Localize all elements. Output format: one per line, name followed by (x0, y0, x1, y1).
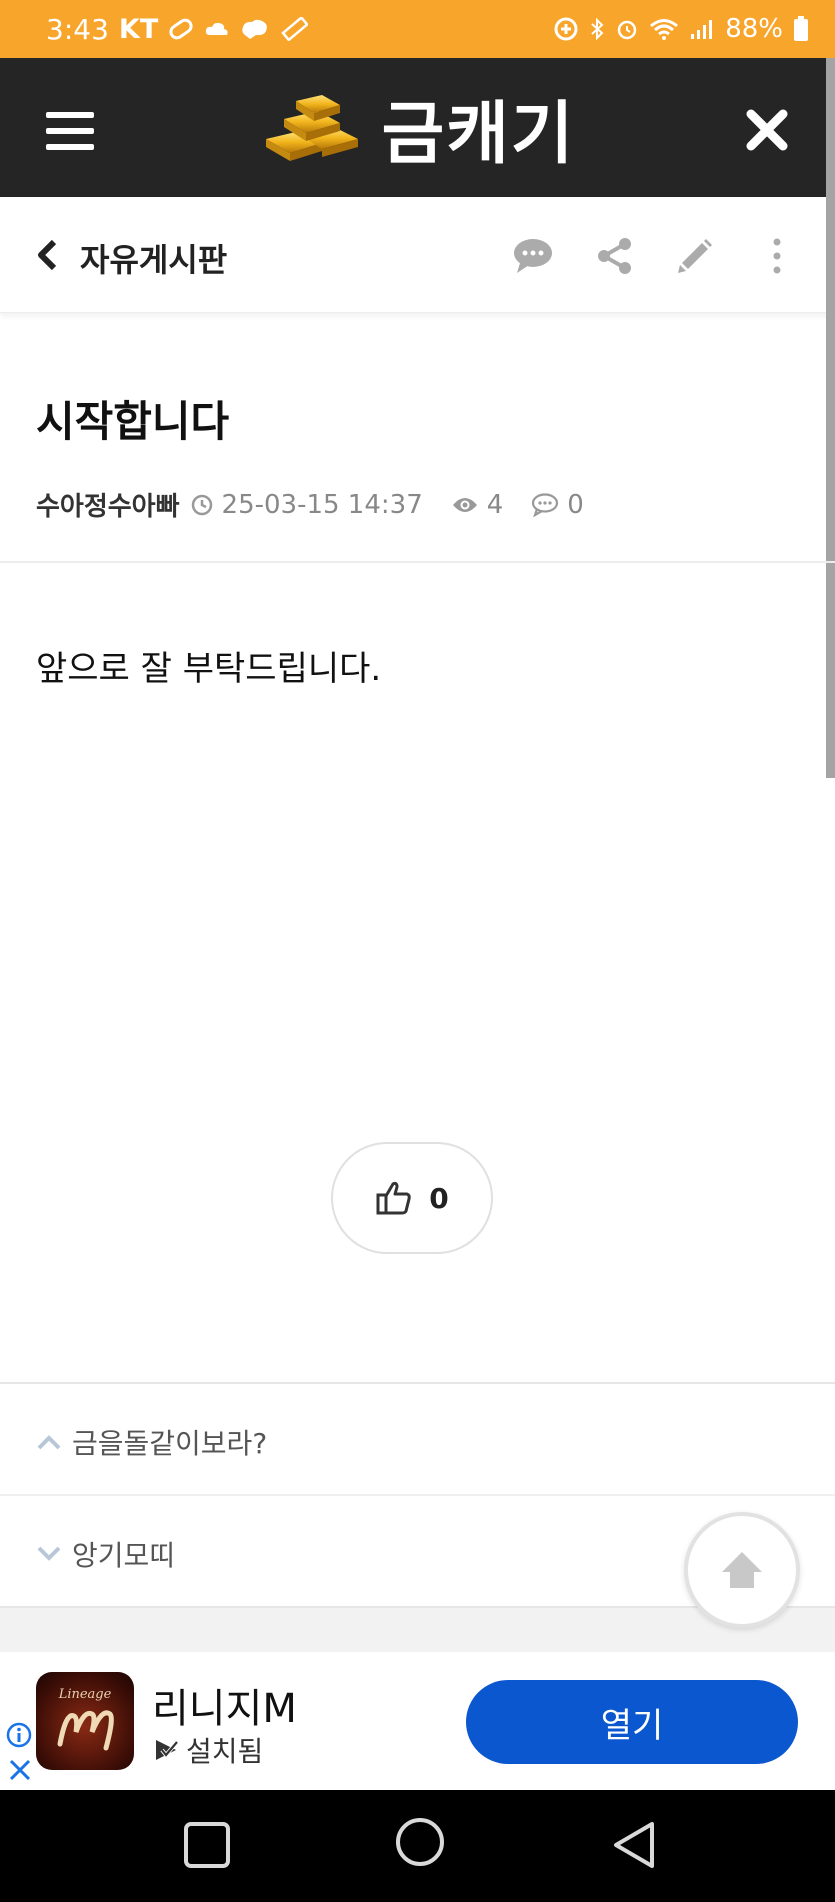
installed-check-icon (156, 1740, 179, 1760)
battery-percent: 88% (725, 14, 783, 44)
post-views: 4 (451, 489, 504, 520)
wifi-icon (649, 17, 679, 41)
close-icon[interactable] (745, 108, 789, 152)
ad-status-text: 설치됨 (186, 1735, 264, 1768)
post-date: 25-03-15 14:37 (190, 490, 423, 520)
comment-icon[interactable] (512, 235, 554, 277)
post-body: 앞으로 잘 부탁드립니다. (36, 649, 382, 689)
prev-post-title: 금을돌같이보라? (72, 1427, 268, 1460)
like-button[interactable]: 0 (331, 1142, 493, 1254)
ad-open-button[interactable]: 열기 (466, 1680, 798, 1764)
recents-icon[interactable] (182, 1820, 232, 1870)
post-meta: 수아정수아빠 25-03-15 14:37 4 0 (36, 486, 612, 523)
info-icon[interactable] (6, 1722, 32, 1748)
ad-install-status: 설치됨 (152, 1730, 263, 1770)
chevron-up-icon (37, 1435, 61, 1450)
status-right: 88% (553, 14, 809, 44)
clock-icon (191, 494, 212, 515)
chevron-down-icon (37, 1546, 61, 1561)
ad-close-icon[interactable] (8, 1758, 32, 1782)
pill-icon (168, 18, 194, 40)
status-left: 3:43 KT (46, 12, 309, 46)
post-title: 시작합니다 (36, 397, 230, 446)
divider (0, 1382, 835, 1384)
signal-icon (689, 17, 715, 41)
status-bar: 3:43 KT 88% (0, 0, 835, 58)
chat-cloud-icon (240, 17, 270, 41)
site-title: 금캐기 (381, 95, 576, 174)
scroll-to-top-button[interactable] (684, 1512, 800, 1628)
gold-bars-icon (265, 94, 358, 161)
status-carrier: KT (118, 13, 159, 45)
lineage-logo-text: Lineage (58, 1687, 112, 1702)
post-comments: 0 (531, 490, 584, 520)
like-count: 0 (429, 1181, 449, 1215)
data-saver-icon (553, 16, 579, 42)
post-comment-count: 0 (567, 489, 584, 520)
bluetooth-icon (589, 17, 605, 41)
cloud-icon (204, 19, 230, 39)
comment-count-icon (532, 492, 559, 517)
ad-app-name[interactable]: 리니지M (152, 1676, 297, 1734)
system-nav-bar (0, 1790, 835, 1902)
app-header: 금캐기 (0, 58, 835, 197)
back-chevron-icon[interactable] (36, 239, 58, 271)
post-author[interactable]: 수아정수아빠 (36, 486, 180, 523)
share-icon[interactable] (594, 235, 636, 277)
ruler-icon (280, 17, 309, 41)
next-post-link[interactable]: 앙기모띠 (36, 1534, 175, 1574)
board-nav-bar: 자유게시판 (0, 197, 835, 313)
ad-banner[interactable]: Lineage 리니지M 설치됨 열기 (0, 1652, 835, 1790)
prev-post-link[interactable]: 금을돌같이보라? (36, 1422, 267, 1462)
site-logo[interactable]: 금캐기 (260, 78, 576, 177)
status-time: 3:43 (46, 12, 109, 46)
arrow-up-icon (722, 1552, 762, 1588)
next-post-title: 앙기모띠 (72, 1539, 176, 1572)
thumbs-up-icon (376, 1181, 411, 1215)
scrollbar[interactable] (826, 58, 835, 778)
more-vertical-icon[interactable] (760, 235, 794, 277)
post-view-count: 4 (486, 489, 504, 520)
post-datetime: 25-03-15 14:37 (221, 489, 423, 520)
menu-icon[interactable] (46, 112, 94, 150)
ad-app-icon[interactable]: Lineage (36, 1672, 134, 1770)
eye-icon (452, 497, 477, 512)
alarm-icon (615, 17, 639, 41)
board-name[interactable]: 자유게시판 (80, 235, 227, 281)
divider (0, 1494, 835, 1496)
edit-pencil-icon[interactable] (674, 235, 716, 277)
home-icon[interactable] (394, 1816, 446, 1868)
battery-icon (793, 16, 809, 42)
back-icon[interactable] (610, 1820, 660, 1870)
divider (0, 561, 835, 563)
